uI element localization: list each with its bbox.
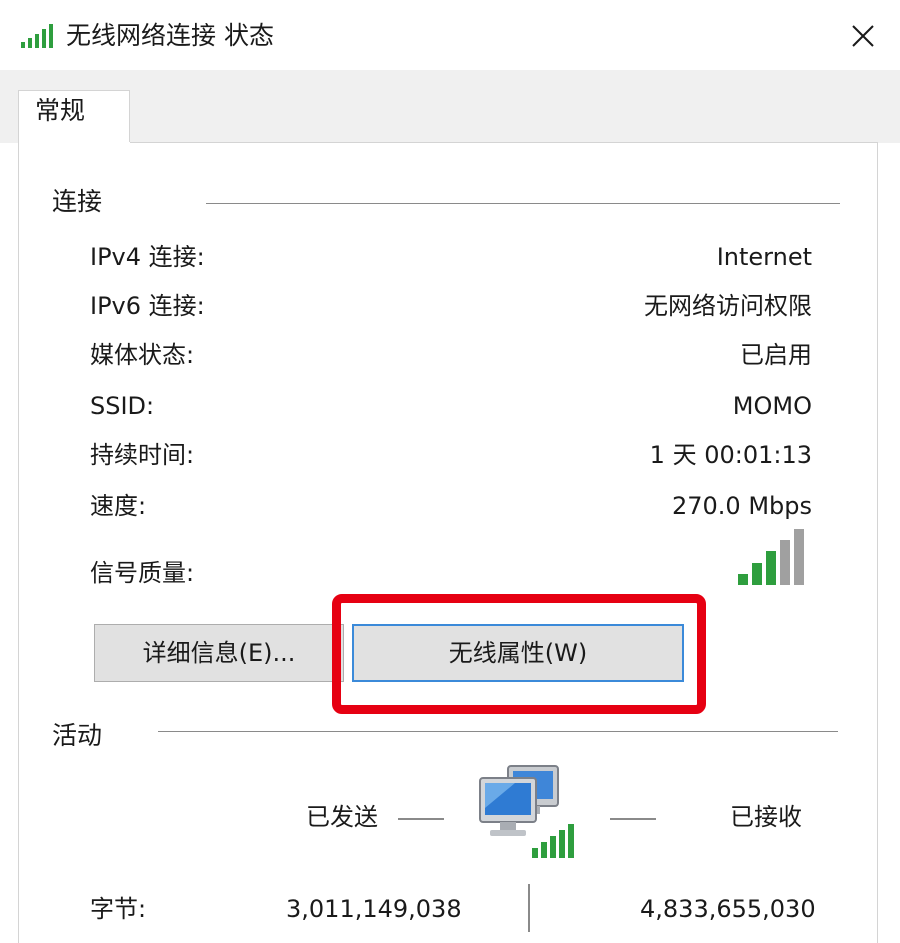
section-divider-activity bbox=[158, 731, 838, 732]
row-value: Internet bbox=[716, 243, 812, 271]
row-value: 270.0 Mbps bbox=[671, 492, 812, 520]
signal-bar bbox=[780, 540, 790, 585]
bytes-label: 字节: bbox=[90, 895, 147, 923]
row-value: 无网络访问权限 bbox=[644, 292, 812, 320]
received-label: 已接收 bbox=[730, 803, 802, 831]
details-button[interactable]: 详细信息(E)... bbox=[94, 624, 344, 682]
tab-general[interactable]: 常规 bbox=[18, 90, 130, 143]
row-label: 信号质量: bbox=[90, 559, 195, 587]
info-row-ipv4: IPv4 连接: Internet bbox=[90, 240, 812, 274]
row-label: SSID: bbox=[90, 392, 155, 420]
window-title: 无线网络连接 状态 bbox=[66, 21, 274, 50]
sent-label: 已发送 bbox=[306, 803, 378, 831]
sent-dash bbox=[398, 818, 444, 820]
signal-strength-icon bbox=[738, 529, 804, 585]
close-button[interactable] bbox=[840, 14, 886, 58]
info-row-media-state: 媒体状态: 已启用 bbox=[90, 338, 812, 372]
info-row-ipv6: IPv6 连接: 无网络访问权限 bbox=[90, 289, 812, 323]
info-row-speed: 速度: 270.0 Mbps bbox=[90, 489, 812, 523]
bytes-sent-value: 3,011,149,038 bbox=[286, 895, 462, 923]
wireless-status-dialog: 无线网络连接 状态 常规 连接 IPv4 连接: Internet IPv6 连… bbox=[0, 0, 900, 943]
row-value: 已启用 bbox=[740, 341, 812, 369]
row-label: IPv4 连接: bbox=[90, 243, 205, 271]
signal-bar bbox=[738, 574, 748, 585]
wifi-signal-icon bbox=[21, 24, 53, 48]
received-dash bbox=[610, 818, 656, 820]
row-value: 1 天 00:01:13 bbox=[649, 441, 812, 469]
row-label: 媒体状态: bbox=[90, 341, 195, 369]
wireless-properties-button[interactable]: 无线属性(W) bbox=[352, 624, 684, 682]
info-row-duration: 持续时间: 1 天 00:01:13 bbox=[90, 438, 812, 472]
section-title-connection: 连接 bbox=[52, 187, 103, 216]
signal-bar bbox=[794, 529, 804, 585]
section-title-activity: 活动 bbox=[52, 721, 103, 750]
row-value: MOMO bbox=[732, 392, 812, 420]
panel-top-border bbox=[130, 142, 878, 143]
title-bar: 无线网络连接 状态 bbox=[0, 0, 900, 70]
signal-bar bbox=[766, 551, 776, 585]
signal-bar bbox=[752, 563, 762, 585]
info-row-signal-quality: 信号质量: bbox=[90, 556, 812, 590]
tab-strip: 常规 bbox=[0, 70, 900, 143]
bytes-separator bbox=[528, 884, 530, 932]
info-row-ssid: SSID: MOMO bbox=[90, 389, 812, 423]
network-computers-icon bbox=[479, 765, 574, 858]
section-divider-connection bbox=[206, 203, 840, 204]
row-label: 速度: bbox=[90, 492, 147, 520]
row-label: IPv6 连接: bbox=[90, 292, 205, 320]
close-icon bbox=[852, 25, 874, 47]
row-label: 持续时间: bbox=[90, 441, 195, 469]
bytes-received-value: 4,833,655,030 bbox=[640, 895, 816, 923]
